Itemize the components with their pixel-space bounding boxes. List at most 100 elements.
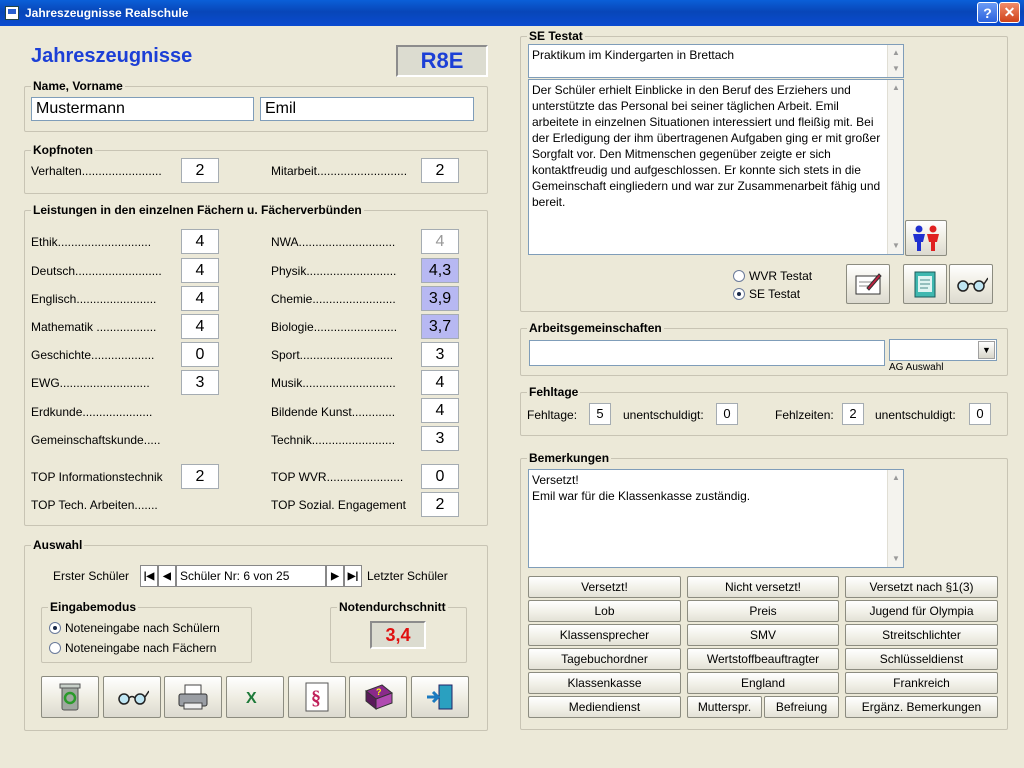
unentschuldigt-label: unentschuldigt: [875,408,956,422]
mode-students-radio[interactable] [49,622,61,634]
view-button[interactable] [103,676,161,718]
testat-text-field[interactable]: Der Schüler erhielt Einblicke in den Ber… [528,79,904,255]
ag-field[interactable] [529,340,885,366]
law-button[interactable]: § [288,676,346,718]
close-button[interactable]: ✕ [999,2,1020,23]
fehlzeiten-field[interactable]: 2 [842,403,864,425]
remark-button[interactable]: SMV [687,624,839,646]
testat-text-scrollbar[interactable]: ▲ ▼ [887,80,903,254]
remark-button[interactable]: Nicht versetzt! [687,576,839,598]
remark-button[interactable]: Preis [687,600,839,622]
remark-button[interactable]: Klassensprecher [528,624,681,646]
testat-title-field[interactable]: Praktikum im Kindergarten in Brettach ▲ ▼ [528,44,904,78]
subject-label: Deutsch.......................... [31,264,162,278]
remark-button[interactable]: Streitschlichter [845,624,998,646]
top-label: TOP Tech. Arbeiten....... [31,498,158,512]
recycle-bin-icon [59,683,81,711]
unentschuldigt-field[interactable]: 0 [969,403,991,425]
first-student-label: Erster Schüler [53,569,130,583]
subject-grade[interactable]: 4 [421,229,459,254]
mode-subjects-radio[interactable] [49,642,61,654]
delete-button[interactable] [41,676,99,718]
fehlzeiten-label: Fehlzeiten: [775,408,834,422]
subject-grade[interactable]: 4 [181,286,219,311]
se-testat-radio[interactable] [733,288,745,300]
last-record-icon[interactable]: ▶| [344,565,362,587]
notes-button[interactable] [903,264,947,304]
remark-button[interactable]: England [687,672,839,694]
remark-button[interactable]: Lob [528,600,681,622]
subject-grade[interactable]: 4 [181,229,219,254]
subject-grade[interactable]: 4 [181,258,219,283]
print-button[interactable] [164,676,222,718]
mode-subjects-label: Noteneingabe nach Fächern [65,641,217,655]
subject-grade[interactable]: 3 [421,426,459,451]
first-name-field[interactable]: Emil [260,97,474,121]
subject-label: Physik........................... [271,264,397,278]
ag-group-label: Arbeitsgemeinschaften [527,321,664,335]
remark-button[interactable]: Mutterspr. [687,696,762,718]
wvr-testat-radio[interactable] [733,270,745,282]
top-grade[interactable]: 0 [421,464,459,489]
subject-grade[interactable]: 4 [421,398,459,423]
bemerkungen-field[interactable]: Versetzt! Emil war für die Klassenkasse … [528,469,904,568]
remark-button[interactable]: Versetzt nach §1(3) [845,576,998,598]
remark-button[interactable]: Schlüsseldienst [845,648,998,670]
last-name-field[interactable]: Mustermann [31,97,254,121]
subject-grade[interactable]: 0 [181,342,219,367]
unentschuldigt-field[interactable]: 0 [716,403,738,425]
testat-title-scrollbar[interactable]: ▲ ▼ [887,45,903,77]
fehltage-field[interactable]: 5 [589,403,611,425]
title-bar: Jahreszeugnisse Realschule ? ✕ [0,0,1024,26]
first-record-icon[interactable]: |◀ [140,565,158,587]
student-navigator: |◀ ◀ Schüler Nr: 6 von 25 ▶ ▶| [140,565,362,587]
excel-button[interactable]: X [226,676,284,718]
remark-button[interactable]: Klassenkasse [528,672,681,694]
subject-label: Technik......................... [271,433,396,447]
help-book-button[interactable]: ? [349,676,407,718]
subject-grade[interactable]: 4 [421,370,459,395]
top-grade[interactable]: 2 [421,492,459,517]
fehltage-label: Fehltage: [527,408,578,422]
se-testat-label: SE Testat [749,287,801,301]
verhalten-label: Verhalten........................ [31,164,162,178]
remark-button[interactable]: Versetzt! [528,576,681,598]
help-button[interactable]: ? [977,2,998,23]
prev-record-icon[interactable]: ◀ [158,565,176,587]
chevron-down-icon[interactable]: ▼ [978,341,995,359]
ag-select[interactable]: ▼ [889,339,997,361]
edit-testat-button[interactable] [846,264,890,304]
next-record-icon[interactable]: ▶ [326,565,344,587]
class-badge: R8E [396,45,488,77]
glasses-icon [957,277,988,292]
page-title: Jahreszeugnisse [31,45,193,67]
top-grade[interactable]: 2 [181,464,219,489]
subject-grade[interactable]: 3 [421,342,459,367]
subject-grade[interactable]: 4,3 [421,258,459,283]
subject-grade[interactable]: 3 [181,370,219,395]
remark-button[interactable]: Frankreich [845,672,998,694]
mode-students-label: Noteneingabe nach Schülern [65,621,220,635]
remark-button[interactable]: Jugend für Olympia [845,600,998,622]
remark-button[interactable]: Ergänz. Bemerkungen [845,696,998,718]
subject-grade[interactable]: 3,9 [421,286,459,311]
subject-grade[interactable]: 3,7 [421,314,459,339]
excel-icon: X [246,690,257,707]
remark-button[interactable]: Mediendienst [528,696,681,718]
bemerkungen-scrollbar[interactable]: ▲ ▼ [887,470,903,567]
verhalten-grade[interactable]: 2 [181,158,219,183]
ag-select-caption: AG Auswahl [889,362,944,373]
remark-button[interactable]: Tagebuchordner [528,648,681,670]
remark-button[interactable]: Befreiung [764,696,839,718]
bemerkung-line: Emil war für die Klassenkasse zuständig. [532,489,751,503]
mitarbeit-grade[interactable]: 2 [421,158,459,183]
subject-label: Ethik............................ [31,235,152,249]
preview-testat-button[interactable] [949,264,993,304]
unentschuldigt-label: unentschuldigt: [623,408,704,422]
bemerkung-line: Versetzt! [532,473,579,487]
remark-button[interactable]: Wertstoffbeauftragter [687,648,839,670]
exit-button[interactable] [411,676,469,718]
subject-grade[interactable]: 4 [181,314,219,339]
notepad-icon [914,271,936,298]
persons-button[interactable] [905,220,947,256]
